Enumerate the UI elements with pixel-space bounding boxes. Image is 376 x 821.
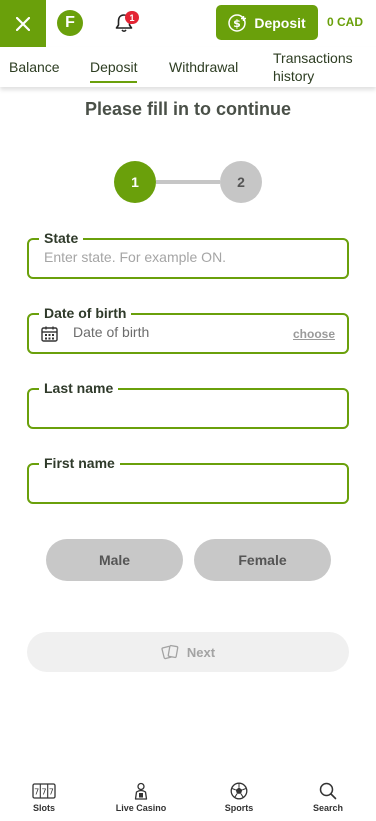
- slots-icon: 7 7 7: [32, 783, 56, 799]
- stepper-connector: [156, 180, 220, 184]
- cards-icon: [161, 644, 179, 660]
- nav-item-search[interactable]: Search: [288, 776, 368, 821]
- next-button[interactable]: Next: [27, 632, 349, 672]
- calendar-icon: [41, 326, 58, 342]
- nav-item-live-casino[interactable]: Live Casino: [101, 776, 181, 821]
- tab-deposit[interactable]: Deposit: [90, 47, 138, 87]
- search-icon: [319, 782, 337, 800]
- next-label: Next: [186, 644, 216, 660]
- nav-label: Sports: [224, 803, 254, 813]
- sports-ball-icon: [230, 782, 248, 800]
- nav-label: Slots: [32, 803, 55, 813]
- nav-item-slots[interactable]: 7 7 7 Slots: [4, 776, 84, 821]
- male-button[interactable]: Male: [46, 539, 183, 581]
- tab-transactions-history[interactable]: Transactions history: [273, 47, 371, 87]
- tab-label: Transactions history: [273, 50, 353, 84]
- bottom-nav: 7 7 7 Slots Live Casino Sports Search: [0, 776, 376, 821]
- svg-text:7: 7: [41, 788, 46, 797]
- state-input[interactable]: Enter state. For example ON.: [44, 249, 226, 265]
- nav-label: Search: [312, 803, 344, 813]
- page-title: Please fill in to continue: [84, 99, 292, 119]
- first-name-field[interactable]: First name: [27, 454, 349, 504]
- choose-date-link[interactable]: choose: [293, 327, 335, 341]
- live-casino-icon: [134, 782, 148, 800]
- header-deposit-button[interactable]: $ Deposit: [216, 5, 318, 40]
- step-indicator-1: 1: [114, 161, 156, 203]
- last-name-field[interactable]: Last name: [27, 379, 349, 429]
- tab-label: Deposit: [90, 59, 138, 75]
- tab-balance[interactable]: Balance: [9, 47, 60, 87]
- svg-text:7: 7: [49, 788, 54, 797]
- tab-label: Withdrawal: [169, 59, 239, 75]
- dollar-plus-icon: $: [228, 13, 247, 32]
- notification-badge: 1: [125, 11, 139, 24]
- deposit-label: Deposit: [254, 14, 306, 31]
- first-name-label: First name: [39, 454, 120, 472]
- brand-logo[interactable]: F: [57, 10, 83, 36]
- date-of-birth-label: Date of birth: [39, 304, 132, 322]
- state-label: State: [39, 229, 84, 247]
- nav-item-sports[interactable]: Sports: [199, 776, 279, 821]
- close-icon: [16, 16, 30, 31]
- svg-text:$: $: [234, 17, 242, 30]
- last-name-label: Last name: [39, 379, 119, 397]
- step-indicator-2: 2: [220, 161, 262, 203]
- date-of-birth-input[interactable]: Date of birth: [73, 324, 149, 340]
- svg-text:7: 7: [34, 788, 39, 797]
- date-of-birth-field[interactable]: Date of birth Date of birth choose: [27, 304, 349, 354]
- close-button[interactable]: [0, 0, 46, 47]
- tab-withdrawal[interactable]: Withdrawal: [169, 47, 238, 87]
- female-button[interactable]: Female: [194, 539, 331, 581]
- state-field[interactable]: State Enter state. For example ON.: [27, 229, 349, 279]
- balance-amount: 0 CAD: [327, 15, 364, 29]
- tab-label: Balance: [9, 59, 60, 75]
- top-bar: F 1 $ Deposit 0 CAD: [0, 0, 376, 47]
- nav-label: Live Casino: [115, 803, 167, 813]
- tab-bar: Balance Deposit Withdrawal Transactions …: [0, 47, 376, 87]
